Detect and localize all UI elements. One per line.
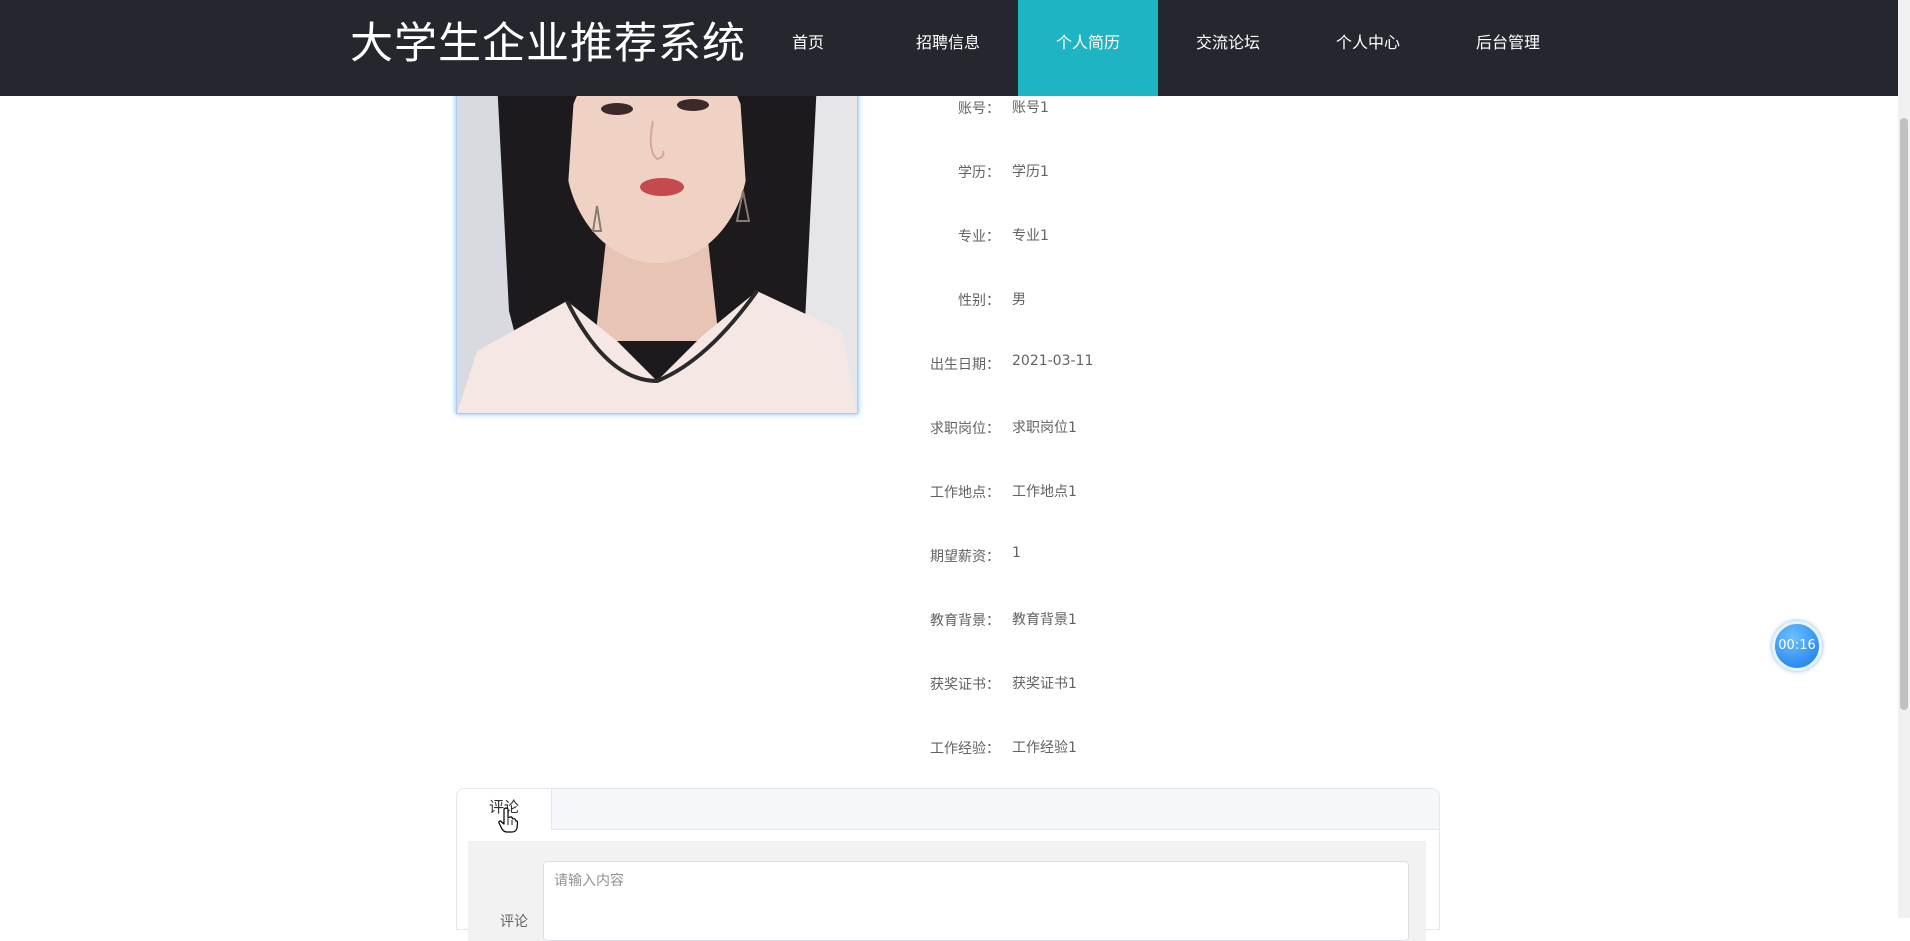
field-value: 1 (1012, 545, 1021, 561)
field-value: 学历1 (1012, 164, 1049, 180)
field-value: 教育背景1 (1012, 612, 1077, 628)
field-birth-date: 出生日期： 2021-03-11 (880, 330, 1360, 394)
comments-panel: 评论 评论 (456, 788, 1440, 941)
field-label: 工作地点： (930, 485, 1000, 501)
field-value: 男 (1012, 292, 1026, 308)
top-navbar: 大学生企业推荐系统 首页 招聘信息 个人简历 交流论坛 个人中心 后台管理 (0, 0, 1898, 96)
field-value: 工作经验1 (1012, 740, 1077, 756)
nav-personal-center[interactable]: 个人中心 (1298, 0, 1438, 96)
field-work-experience: 工作经验： 工作经验1 (880, 714, 1360, 778)
field-label: 学历： (958, 165, 1000, 181)
field-label: 期望薪资： (930, 549, 1000, 565)
field-label: 出生日期： (930, 357, 1000, 373)
nav-home[interactable]: 首页 (738, 0, 878, 96)
field-value: 专业1 (1012, 228, 1049, 244)
scrollbar-thumb[interactable] (1900, 118, 1908, 710)
nav-job-info[interactable]: 招聘信息 (878, 0, 1018, 96)
comment-input[interactable] (543, 861, 1409, 941)
field-label: 教育背景： (930, 613, 1000, 629)
field-label: 专业： (958, 229, 1000, 245)
field-job-position: 求职岗位： 求职岗位1 (880, 394, 1360, 458)
page-scrollbar[interactable] (1898, 0, 1910, 918)
field-label: 性别： (958, 293, 1000, 309)
field-expected-salary: 期望薪资： 1 (880, 522, 1360, 586)
site-title: 大学生企业推荐系统 (350, 19, 746, 69)
main-nav: 首页 招聘信息 个人简历 交流论坛 个人中心 后台管理 (738, 0, 1578, 96)
field-work-location: 工作地点： 工作地点1 (880, 458, 1360, 522)
profile-photo (456, 80, 858, 414)
field-value: 账号1 (1012, 100, 1049, 116)
field-education-background: 教育背景： 教育背景1 (880, 586, 1360, 650)
comments-tab-bar: 评论 (457, 789, 1439, 830)
field-label: 账号： (958, 101, 1000, 117)
field-value: 2021-03-11 (1012, 353, 1094, 369)
field-major: 专业： 专业1 (880, 202, 1360, 266)
field-label: 获奖证书： (930, 677, 1000, 693)
field-certificates: 获奖证书： 获奖证书1 (880, 650, 1360, 714)
field-value: 获奖证书1 (1012, 676, 1077, 692)
timer-badge[interactable]: 00:16 (1772, 621, 1822, 671)
comment-label: 评论 (500, 914, 528, 930)
field-gender: 性别： 男 (880, 266, 1360, 330)
field-value: 工作地点1 (1012, 484, 1077, 500)
field-education: 学历： 学历1 (880, 138, 1360, 202)
field-label: 工作经验： (930, 741, 1000, 757)
nav-resume[interactable]: 个人简历 (1018, 0, 1158, 96)
field-label: 求职岗位： (930, 421, 1000, 437)
hand-pointer-icon (498, 807, 519, 837)
nav-admin[interactable]: 后台管理 (1438, 0, 1578, 96)
nav-forum[interactable]: 交流论坛 (1158, 0, 1298, 96)
resume-details: 账号： 账号1 学历： 学历1 专业： 专业1 性别： 男 出生日期： 2021… (880, 74, 1360, 778)
comment-form: 评论 (468, 841, 1426, 941)
field-value: 求职岗位1 (1012, 420, 1077, 436)
